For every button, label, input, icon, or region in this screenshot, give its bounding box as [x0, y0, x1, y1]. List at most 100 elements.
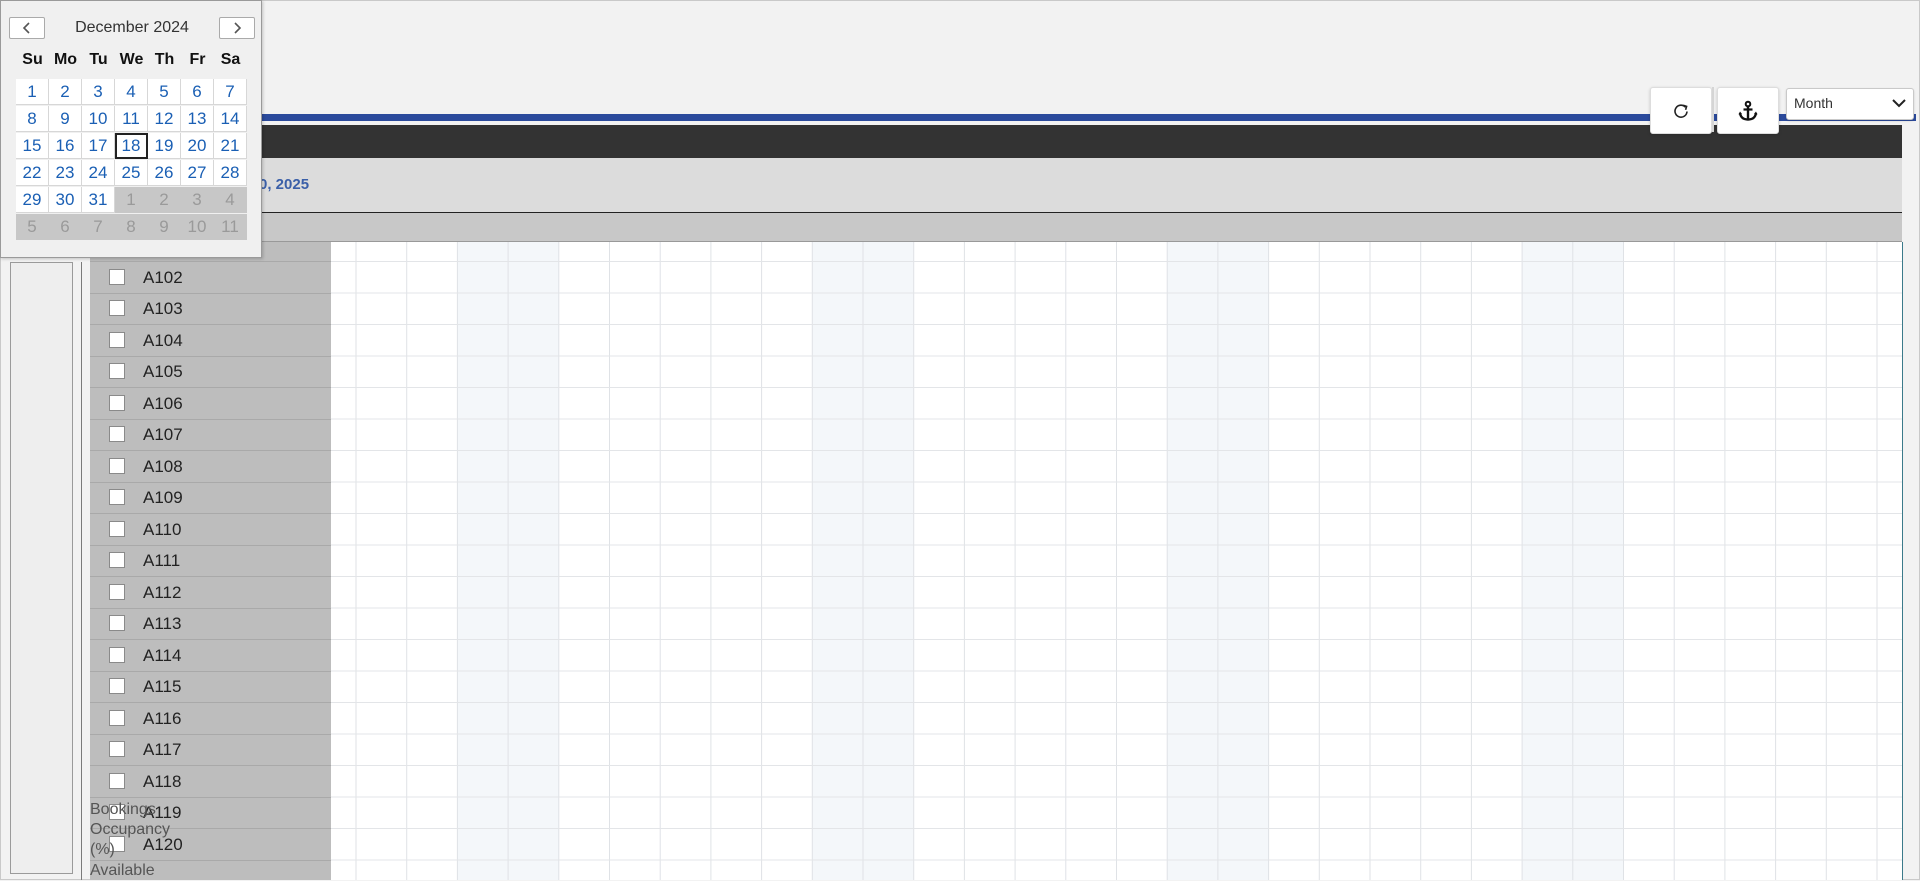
refresh-button[interactable]	[1650, 87, 1712, 134]
room-checkbox[interactable]	[109, 489, 125, 505]
room-label: A104	[143, 330, 183, 350]
calendar-day[interactable]: 14	[214, 106, 247, 132]
calendar-day[interactable]: 16	[49, 133, 82, 159]
calendar-day[interactable]: 28	[214, 160, 247, 186]
room-label: A110	[143, 519, 182, 539]
calendar-day[interactable]: 22	[16, 160, 49, 186]
room-checkbox[interactable]	[109, 268, 125, 285]
refresh-icon	[1674, 103, 1688, 118]
booking-grid[interactable]	[331, 242, 1902, 880]
grid-edge	[1902, 242, 1903, 880]
calendar-day[interactable]: 6	[181, 79, 214, 105]
calendar-day[interactable]: 12	[148, 106, 181, 132]
calendar-day[interactable]: 25	[115, 160, 148, 186]
calendar-day-other-month: 2	[148, 187, 181, 213]
room-row: A118	[90, 766, 331, 798]
calendar-day[interactable]: 5	[148, 79, 181, 105]
day-header-band	[255, 213, 1902, 242]
calendar-day[interactable]: 2	[49, 79, 82, 105]
calendar-day[interactable]: 17	[82, 133, 115, 159]
room-list: A101A102A103A104A105A106A107A108A109A110…	[90, 242, 331, 880]
calendar-day[interactable]: 7	[214, 79, 247, 105]
bookings-summary-label: Bookings	[90, 801, 156, 818]
room-checkbox[interactable]	[109, 520, 125, 537]
room-label: A113	[143, 614, 182, 633]
weekday-label: Fr	[189, 51, 206, 68]
room-checkbox[interactable]	[109, 678, 125, 694]
room-checkbox[interactable]	[109, 394, 125, 411]
calendar-day[interactable]: 30	[49, 187, 82, 213]
room-label: A114	[143, 645, 182, 665]
calendar-day[interactable]: 15	[16, 133, 49, 159]
grid-lines	[331, 242, 1902, 880]
date-range-label[interactable]: 0, 2025	[259, 176, 309, 193]
weekday-label: Tu	[89, 51, 108, 68]
room-checkbox[interactable]	[109, 363, 125, 379]
calendar-day[interactable]: 26	[148, 160, 181, 186]
room-row: A109	[90, 482, 331, 514]
room-checkbox[interactable]	[109, 741, 125, 757]
room-checkbox[interactable]	[109, 552, 125, 568]
chevron-down-icon	[1892, 99, 1906, 108]
room-row: A116	[90, 703, 331, 735]
room-label: A117	[143, 740, 182, 759]
calendar-day-other-month: 11	[214, 214, 247, 240]
weekday-label: Mo	[53, 51, 78, 68]
room-checkbox[interactable]	[109, 646, 125, 663]
room-checkbox[interactable]	[109, 709, 125, 726]
calendar-day[interactable]: 21	[214, 133, 247, 159]
calendar-day[interactable]: 11	[115, 106, 148, 132]
calendar-day[interactable]: 29	[16, 187, 49, 213]
weekday-label: Th	[154, 51, 175, 68]
weekend-column	[457, 242, 509, 880]
room-label: A107	[143, 425, 183, 444]
room-checkbox[interactable]	[109, 583, 125, 600]
calendar-day-other-month: 7	[82, 214, 115, 240]
next-month-button[interactable]	[219, 17, 255, 39]
calendar-day[interactable]: 3	[82, 79, 115, 105]
calendar-day[interactable]: 24	[82, 160, 115, 186]
weekday-label: Sa	[220, 51, 241, 68]
room-checkbox[interactable]	[109, 426, 125, 442]
room-row: A108	[90, 451, 331, 483]
calendar-day[interactable]: 31	[82, 187, 115, 213]
calendar-day[interactable]: 8	[16, 106, 49, 132]
calendar-day[interactable]: 20	[181, 133, 214, 159]
calendar-day[interactable]: 23	[49, 160, 82, 186]
room-checkbox[interactable]	[109, 457, 125, 474]
room-row: A117	[90, 734, 331, 766]
calendar-day[interactable]: 9	[49, 106, 82, 132]
room-checkbox[interactable]	[109, 615, 125, 631]
left-rail	[10, 262, 73, 874]
room-label: A112	[143, 582, 182, 602]
room-row: A103	[90, 293, 331, 325]
room-label: A115	[143, 677, 182, 696]
room-row: A106	[90, 388, 331, 420]
weekend-column	[863, 242, 914, 880]
anchor-button[interactable]	[1717, 87, 1779, 134]
room-checkbox[interactable]	[109, 772, 125, 789]
view-select-value: Month	[1794, 95, 1833, 111]
view-select[interactable]: Month	[1786, 88, 1914, 120]
calendar-day-other-month: 9	[148, 214, 181, 240]
weekend-column	[812, 242, 863, 880]
calendar-day[interactable]: 10	[82, 106, 115, 132]
calendar-day-other-month: 10	[181, 214, 214, 240]
calendar-day[interactable]: 19	[148, 133, 181, 159]
calendar-day[interactable]: 13	[181, 106, 214, 132]
weekend-column	[1167, 242, 1218, 880]
available-summary-label: Available	[90, 862, 155, 879]
room-label: A116	[143, 708, 182, 728]
weekend-column	[1572, 242, 1624, 880]
room-row: A104	[90, 325, 331, 357]
room-checkbox[interactable]	[109, 331, 125, 348]
calendar-day[interactable]: 18	[115, 133, 148, 159]
calendar-day-other-month: 8	[115, 214, 148, 240]
calendar-day[interactable]: 1	[16, 79, 49, 105]
weekday-label: Su	[22, 51, 43, 68]
calendar-day[interactable]: 27	[181, 160, 214, 186]
calendar-day[interactable]: 4	[115, 79, 148, 105]
room-checkbox[interactable]	[109, 300, 125, 316]
occupancy-summary-label: Occupancy (%)	[90, 821, 171, 858]
room-label: A118	[143, 771, 182, 791]
